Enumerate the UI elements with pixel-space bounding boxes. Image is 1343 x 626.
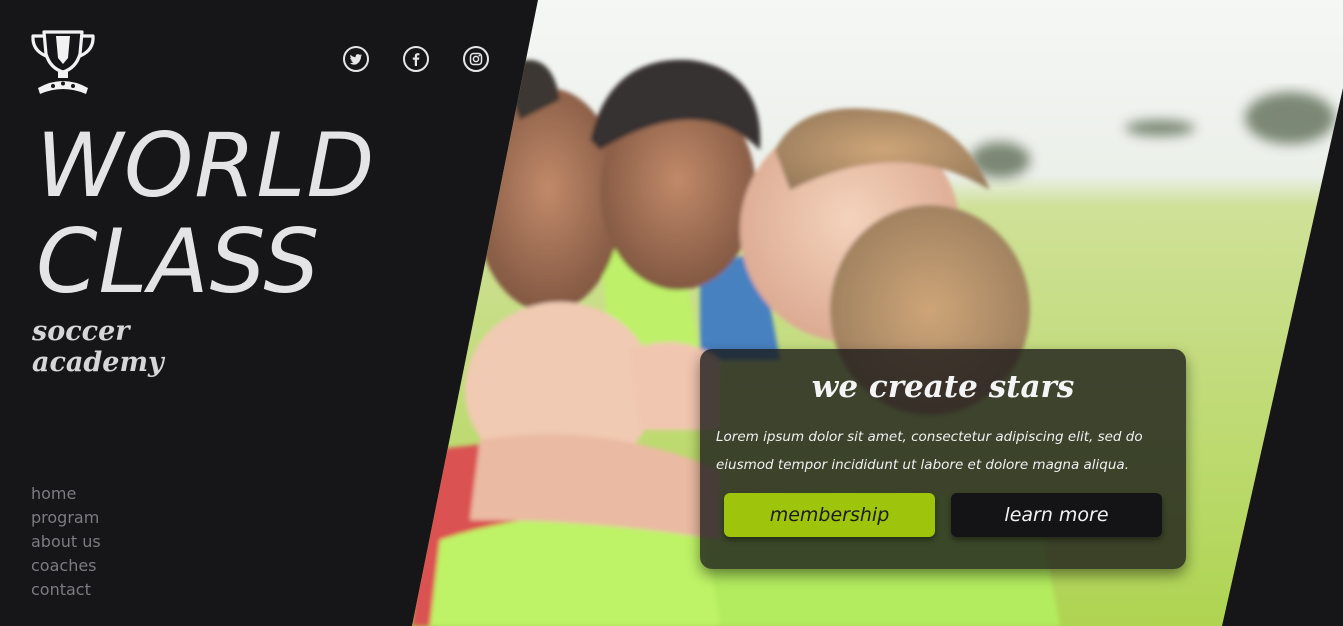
brand-subtitle: soccer academy <box>32 316 164 378</box>
nav-item-home[interactable]: home <box>31 482 101 506</box>
learn-more-button[interactable]: learn more <box>951 493 1162 537</box>
brand-title-line: WORLD <box>36 114 376 217</box>
nav-item-about-us[interactable]: about us <box>31 530 101 554</box>
brand-subtitle-line: academy <box>32 347 164 378</box>
hero-card: we create stars Lorem ipsum dolor sit am… <box>700 349 1186 569</box>
main-nav: home program about us coaches contact <box>31 482 101 602</box>
instagram-icon[interactable] <box>463 46 489 72</box>
brand-subtitle-line: soccer <box>32 316 130 347</box>
brand-title: WORLD CLASS <box>36 118 375 310</box>
card-title: we create stars <box>811 369 1075 405</box>
trophy-icon[interactable] <box>28 28 98 96</box>
nav-item-contact[interactable]: contact <box>31 578 101 602</box>
nav-item-program[interactable]: program <box>31 506 101 530</box>
facebook-icon[interactable] <box>403 46 429 72</box>
twitter-icon[interactable] <box>343 46 369 72</box>
page: WORLD CLASS soccer academy home program … <box>0 0 1343 626</box>
membership-button[interactable]: membership <box>724 493 935 537</box>
nav-item-coaches[interactable]: coaches <box>31 554 101 578</box>
brand-title-line: CLASS <box>36 210 321 313</box>
card-text: Lorem ipsum dolor sit amet, consectetur … <box>716 429 1143 473</box>
